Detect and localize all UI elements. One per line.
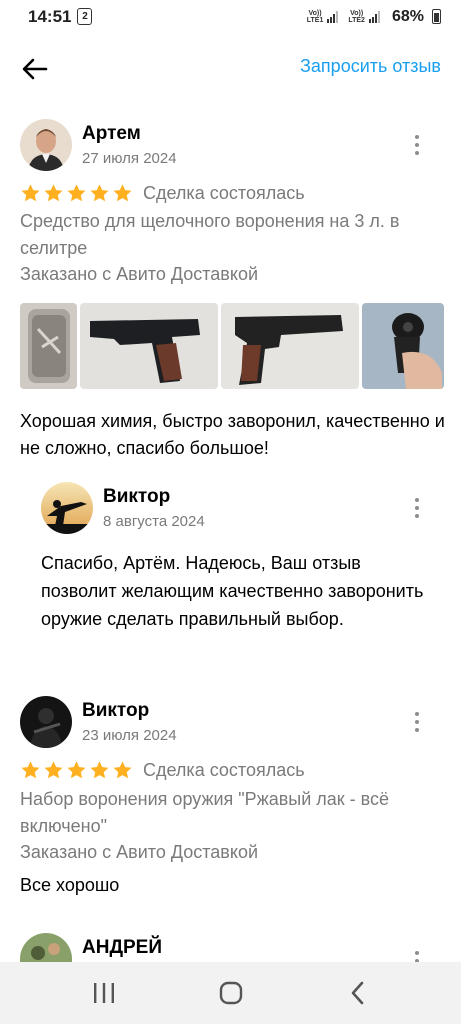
star-icon: [67, 761, 86, 779]
review-author: Артем: [82, 123, 141, 144]
battery-percent: 68%: [391, 7, 424, 25]
review-author: АНДРЕЙ: [82, 937, 162, 958]
signal-icon: [368, 10, 380, 23]
reply-avatar[interactable]: [41, 482, 93, 534]
review-photo[interactable]: [20, 303, 77, 389]
delivery-label: Заказано с Авито Доставкой: [20, 842, 259, 862]
status-right: Vo)) LTE1 Vo)) LTE2 68%: [307, 8, 441, 26]
star-icon: [90, 761, 109, 779]
review-author: Виктор: [82, 700, 150, 721]
recent-apps-button[interactable]: [74, 973, 134, 1013]
star-icon: [44, 184, 63, 202]
arrow-left-icon: [22, 58, 48, 80]
avatar[interactable]: [20, 696, 72, 748]
more-options-button[interactable]: [407, 132, 427, 158]
review-photo[interactable]: [221, 303, 359, 389]
deal-status: Сделка состоялась: [143, 760, 305, 780]
sim1-label: Vo)) LTE1: [306, 9, 324, 24]
review-date: 23 июля 2024: [82, 727, 177, 744]
more-options-button[interactable]: [407, 709, 427, 735]
deal-status: Сделка состоялась: [143, 183, 305, 203]
status-bar: 14:51 2 Vo)) LTE1 Vo)) LTE2 68%: [0, 0, 461, 33]
review-photos: [20, 303, 461, 389]
back-chevron-icon: [351, 981, 363, 1005]
home-icon: [219, 981, 242, 1005]
avatar[interactable]: [20, 119, 72, 171]
review-text: Хорошая химия, быстро заворонил, качеств…: [20, 411, 445, 458]
app-header: Запросить отзыв: [0, 33, 461, 105]
star-icon: [113, 184, 132, 202]
product-name[interactable]: Средство для щелочного воронения на 3 л.…: [20, 208, 445, 262]
star-icon: [21, 761, 40, 779]
star-icon: [67, 184, 86, 202]
back-button[interactable]: [20, 55, 50, 83]
star-icon: [21, 184, 40, 202]
star-icon: [113, 761, 132, 779]
more-options-button[interactable]: [407, 947, 427, 963]
reply-text: Спасибо, Артём. Надеюсь, Ваш отзыв позво…: [41, 553, 424, 629]
recent-apps-icon: [93, 983, 114, 1003]
battery-icon: [432, 9, 441, 24]
reply-date: 8 августа 2024: [103, 513, 205, 530]
signal-icon: [327, 10, 339, 23]
review-date: 27 июля 2024: [82, 150, 177, 167]
request-review-button[interactable]: Запросить отзыв: [300, 56, 441, 77]
rating-stars: Сделка состоялась: [20, 183, 305, 204]
reply-author: Виктор: [103, 486, 171, 507]
more-options-button[interactable]: [407, 495, 427, 521]
home-button[interactable]: [201, 973, 261, 1013]
status-time: 14:51: [28, 6, 72, 26]
sim-badge: 2: [77, 8, 93, 25]
avatar[interactable]: [20, 933, 72, 963]
product-name[interactable]: Набор воронения оружия "Ржавый лак - всё…: [20, 786, 445, 840]
system-back-button[interactable]: [328, 973, 388, 1013]
review-photo[interactable]: [362, 303, 444, 389]
star-icon: [44, 761, 63, 779]
star-icon: [90, 184, 109, 202]
review-text: Все хорошо: [20, 875, 120, 895]
delivery-label: Заказано с Авито Доставкой: [20, 264, 259, 284]
system-nav-bar: [0, 962, 461, 1024]
review-photo[interactable]: [80, 303, 218, 389]
rating-stars: Сделка состоялась: [20, 760, 305, 781]
sim2-label: Vo)) LTE2: [348, 9, 365, 24]
